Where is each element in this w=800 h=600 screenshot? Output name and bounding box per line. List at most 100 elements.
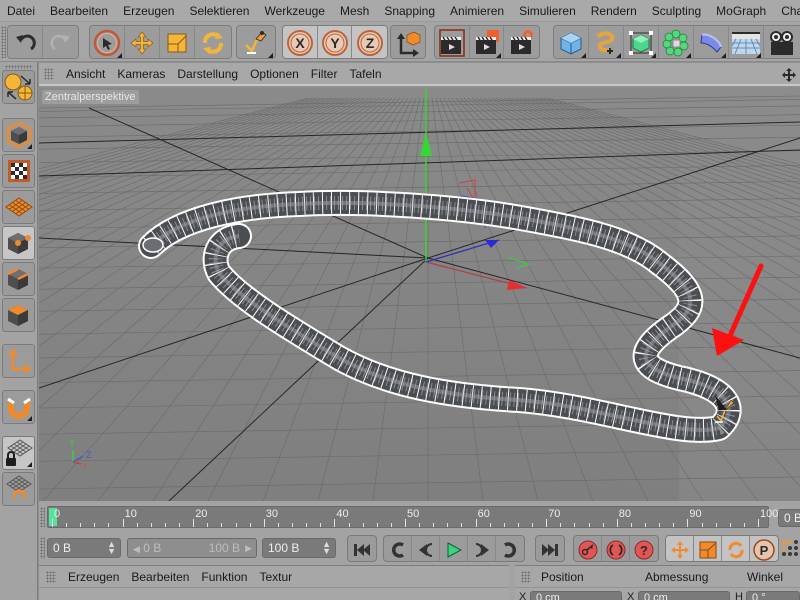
next-key-button[interactable] xyxy=(496,536,524,561)
stepper-icon[interactable]: ▲ ▼ xyxy=(107,540,116,556)
y-axis-lock-button[interactable]: Y xyxy=(318,26,353,58)
start-frame-field[interactable]: 0 B ▲ ▼ xyxy=(47,538,121,558)
render-picture-viewer-button[interactable] xyxy=(470,26,505,58)
material-grip[interactable] xyxy=(46,570,56,583)
viewport-menu-darstellung[interactable]: Darstellung xyxy=(171,67,244,81)
points-mode-button[interactable] xyxy=(2,226,35,260)
goto-end-button[interactable] xyxy=(536,536,564,561)
undo-button[interactable] xyxy=(8,26,43,58)
timeline-grip[interactable] xyxy=(40,507,45,527)
controls-grip[interactable] xyxy=(40,537,45,559)
view-navigation-button[interactable] xyxy=(2,70,35,104)
tube-end-cap xyxy=(142,237,164,253)
deformer-button[interactable] xyxy=(694,26,729,58)
recent-tools-button[interactable] xyxy=(237,26,275,58)
menu-datei[interactable]: Datei xyxy=(0,4,43,18)
key-rotation-button[interactable] xyxy=(722,536,750,561)
timeline-tick xyxy=(66,523,68,527)
live-selection-button[interactable] xyxy=(90,26,125,58)
key-position-button[interactable] xyxy=(666,536,694,561)
range-right-arrow-icon[interactable]: ▶ xyxy=(245,543,252,554)
menu-sculpting[interactable]: Sculpting xyxy=(645,4,709,18)
scale-tool-button[interactable] xyxy=(160,26,195,58)
snapping-button[interactable] xyxy=(2,390,35,424)
menu-mograph[interactable]: MoGraph xyxy=(709,4,774,18)
viewport-menu-ansicht[interactable]: Ansicht xyxy=(60,67,111,81)
timeline-ruler[interactable]: 0 10 20 30 40 50 60 70 80 90 100 xyxy=(47,506,778,528)
viewport-menu-kameras[interactable]: Kameras xyxy=(111,67,171,81)
camera-button[interactable] xyxy=(764,26,799,58)
material-menu-erzeugen[interactable]: Erzeugen xyxy=(62,570,125,584)
key-parameter-button[interactable]: P xyxy=(750,536,778,561)
polygons-mode-button[interactable] xyxy=(2,298,35,332)
menu-mesh[interactable]: Mesh xyxy=(333,4,377,18)
coordinates-grip[interactable] xyxy=(521,570,531,583)
material-menu-textur[interactable]: Textur xyxy=(253,570,298,584)
material-menu-bearbeiten[interactable]: Bearbeiten xyxy=(125,570,195,584)
coordinate-system-button[interactable] xyxy=(391,26,425,58)
menu-werkzeuge[interactable]: Werkzeuge xyxy=(257,4,332,18)
mograph-cloner-button[interactable] xyxy=(659,26,694,58)
coord-header-abmessung: Abmessung xyxy=(645,569,709,584)
x-axis-lock-button[interactable]: X xyxy=(283,26,318,58)
current-frame-field[interactable]: 0 B xyxy=(778,509,800,527)
position-x-field[interactable]: 0 cm xyxy=(530,591,622,600)
record-keyframe-button[interactable] xyxy=(574,536,602,561)
z-axis-lock-button[interactable]: Z xyxy=(352,26,387,58)
size-x-field[interactable]: 0 cm xyxy=(638,591,730,600)
end-frame-field[interactable]: 100 B ▲ ▼ xyxy=(262,538,336,558)
viewport-menubar-grip[interactable] xyxy=(44,67,54,80)
material-menu-funktion[interactable]: Funktion xyxy=(195,570,253,584)
render-settings-button[interactable] xyxy=(504,26,539,58)
key-scale-button[interactable] xyxy=(694,536,722,561)
cube-button[interactable] xyxy=(554,26,589,58)
menu-simulieren[interactable]: Simulieren xyxy=(512,4,584,18)
model-mode-button[interactable] xyxy=(2,118,35,152)
locked-workplane-button[interactable] xyxy=(2,436,35,470)
play-button[interactable] xyxy=(440,536,468,561)
menu-animieren[interactable]: Animieren xyxy=(443,4,512,18)
keyframe-selection-button[interactable]: ? xyxy=(630,536,658,561)
environment-button[interactable] xyxy=(729,26,764,58)
axis-mode-button[interactable] xyxy=(2,344,35,378)
previous-key-button[interactable] xyxy=(384,536,412,561)
menu-erzeugen[interactable]: Erzeugen xyxy=(116,4,182,18)
point-level-icon[interactable] xyxy=(781,539,799,559)
menu-bearbeiten[interactable]: Bearbeiten xyxy=(43,4,116,18)
next-frame-button[interactable] xyxy=(468,536,496,561)
rotation-h-field[interactable]: 0 ° xyxy=(746,591,800,600)
viewport-menu-filter[interactable]: Filter xyxy=(305,67,344,81)
question-icon: ? xyxy=(634,540,654,559)
workplane-mode-button[interactable] xyxy=(2,190,35,224)
texture-mode-button[interactable] xyxy=(2,154,35,188)
edges-mode-button[interactable] xyxy=(2,262,35,296)
animation-controls: 0 B ▲ ▼ ◀ 0 B 100 B ▶ 100 B ▲ ▼ ? P xyxy=(39,531,800,565)
menu-charakter[interactable]: Charak xyxy=(774,4,800,18)
rotate-tool-button[interactable] xyxy=(195,26,230,58)
workplane-snap-button[interactable] xyxy=(2,472,35,506)
render-view-button[interactable] xyxy=(435,26,470,58)
menu-rendern[interactable]: Rendern xyxy=(584,4,645,18)
stepper-icon[interactable]: ▲ ▼ xyxy=(322,540,331,556)
previous-key-icon xyxy=(391,541,404,558)
redo-button[interactable] xyxy=(43,26,78,58)
viewport-pan-icon[interactable] xyxy=(782,68,796,82)
viewport-menu-tafeln[interactable]: Tafeln xyxy=(343,67,387,81)
timeline-tick xyxy=(193,519,195,527)
viewport-menu-optionen[interactable]: Optionen xyxy=(244,67,305,81)
rotate-icon xyxy=(202,32,223,54)
3d-viewport[interactable]: Y Z X Zentralperspektive xyxy=(39,88,800,501)
previous-frame-button[interactable] xyxy=(412,536,440,561)
range-left-arrow-icon[interactable]: ◀ xyxy=(133,544,140,554)
frame-range-slider[interactable]: ◀ 0 B 100 B ▶ xyxy=(127,538,257,558)
move-tool-button[interactable] xyxy=(125,26,160,58)
generator-button[interactable] xyxy=(624,26,659,58)
spline-pen-button[interactable] xyxy=(589,26,624,58)
modebar-grip[interactable] xyxy=(5,65,33,69)
toolbar-grip[interactable] xyxy=(1,26,6,58)
timeline-tick xyxy=(461,523,463,527)
menu-snapping[interactable]: Snapping xyxy=(377,4,443,18)
autokeying-button[interactable] xyxy=(602,536,630,561)
menu-selektieren[interactable]: Selektieren xyxy=(182,4,257,18)
goto-start-button[interactable] xyxy=(348,536,376,561)
